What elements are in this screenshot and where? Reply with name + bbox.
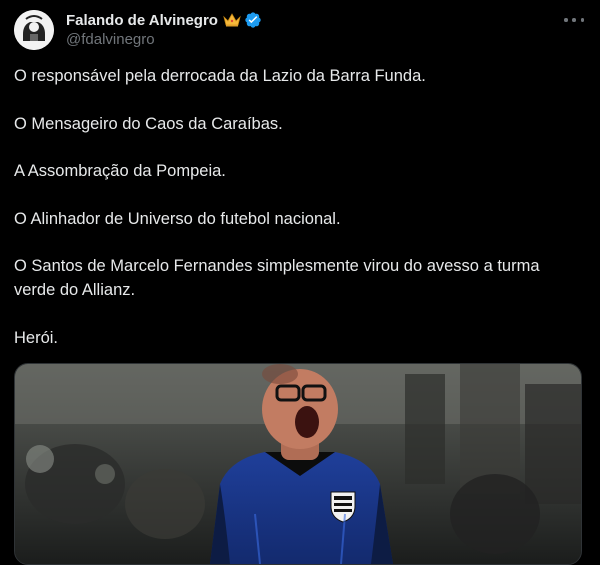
tweet-photo[interactable]: [14, 363, 582, 565]
handle[interactable]: @fdalvinegro: [66, 31, 262, 48]
avatar[interactable]: [14, 10, 54, 50]
tweet-paragraph: Herói.: [14, 328, 59, 347]
tweet-paragraph: O Alinhador de Universo do futebol nacio…: [14, 209, 341, 228]
tweet-text: O responsável pela derrocada da Lazio da…: [14, 64, 584, 350]
crown-icon: [223, 13, 241, 27]
verified-icon: [244, 11, 262, 29]
tweet-paragraph: O Mensageiro do Caos da Caraíbas.: [14, 114, 283, 133]
tweet-header: Falando de Alvinegro @fdalvinegro: [14, 10, 586, 50]
tweet-paragraph: A Assombração da Pompeia.: [14, 162, 226, 180]
more-options-icon[interactable]: [564, 14, 584, 26]
tweet-paragraph: O Santos de Marcelo Fernandes simplesmen…: [14, 257, 540, 299]
display-name[interactable]: Falando de Alvinegro: [66, 12, 218, 29]
tweet-paragraph: O responsável pela derrocada da Lazio da…: [14, 67, 426, 85]
